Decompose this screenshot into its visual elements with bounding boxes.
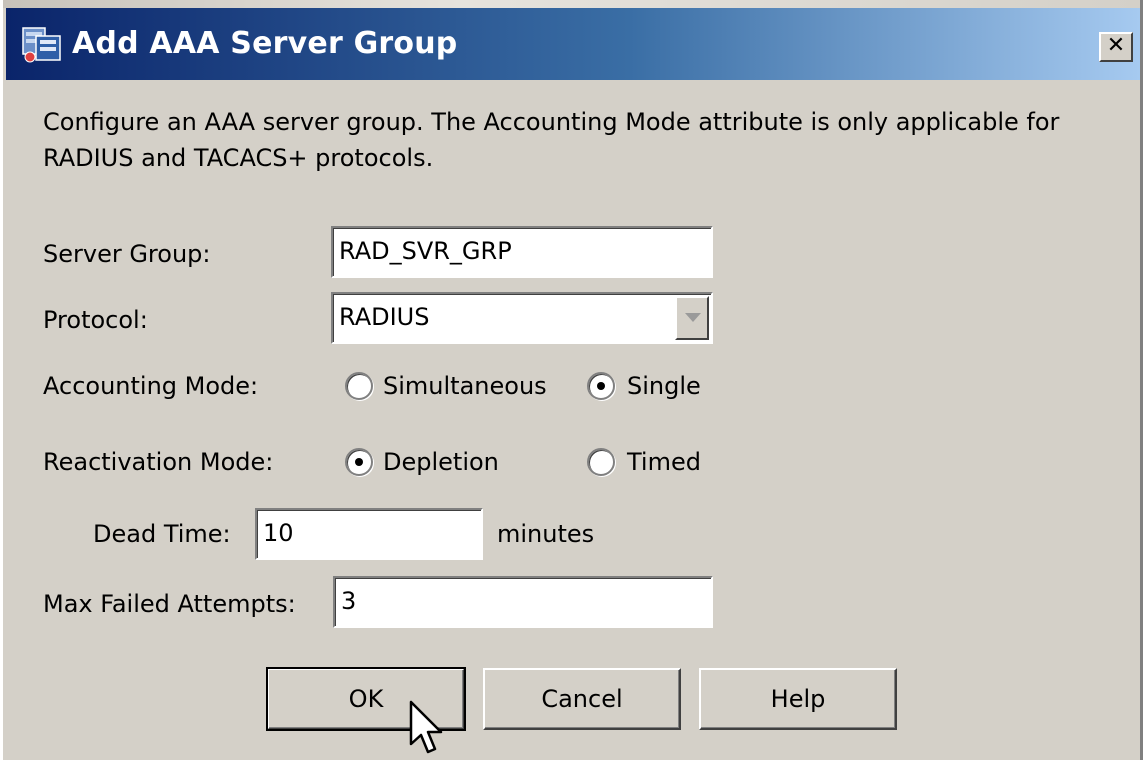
radio-simultaneous-label[interactable]: Simultaneous [383, 370, 547, 402]
dead-time-label: Dead Time: [93, 520, 231, 548]
close-button[interactable]: ✕ [1099, 32, 1133, 62]
max-failed-attempts-label: Max Failed Attempts: [43, 590, 296, 618]
radio-depletion-label[interactable]: Depletion [383, 446, 499, 478]
accounting-mode-label: Accounting Mode: [43, 372, 259, 400]
server-group-input[interactable]: RAD_SVR_GRP [331, 226, 713, 278]
radio-timed[interactable] [587, 448, 615, 476]
add-aaa-server-group-dialog: Add AAA Server Group ✕ Configure an AAA … [0, 0, 1143, 760]
radio-single[interactable] [587, 372, 615, 400]
radio-simultaneous[interactable] [345, 372, 373, 400]
mouse-pointer-icon [409, 700, 443, 754]
chevron-down-icon[interactable] [675, 296, 709, 340]
radio-depletion[interactable] [345, 448, 373, 476]
help-button[interactable]: Help [699, 668, 897, 730]
radio-single-label[interactable]: Single [627, 370, 701, 402]
protocol-selected-value: RADIUS [339, 303, 430, 331]
aaa-server-group-icon [22, 27, 61, 63]
dead-time-unit: minutes [497, 520, 595, 548]
dialog-description: Configure an AAA server group. The Accou… [43, 108, 1060, 172]
close-icon: ✕ [1106, 33, 1126, 58]
dialog-title: Add AAA Server Group [72, 26, 458, 61]
server-group-label: Server Group: [43, 240, 211, 268]
radio-timed-label[interactable]: Timed [627, 446, 701, 478]
dead-time-input[interactable]: 10 [255, 508, 483, 560]
cancel-button[interactable]: Cancel [483, 668, 681, 730]
title-bar[interactable]: Add AAA Server Group ✕ [6, 8, 1140, 80]
top-edge [3, 0, 1140, 8]
protocol-label: Protocol: [43, 306, 148, 334]
protocol-select[interactable]: RADIUS [331, 292, 713, 344]
reactivation-mode-label: Reactivation Mode: [43, 448, 274, 476]
max-failed-attempts-input[interactable]: 3 [333, 576, 713, 628]
